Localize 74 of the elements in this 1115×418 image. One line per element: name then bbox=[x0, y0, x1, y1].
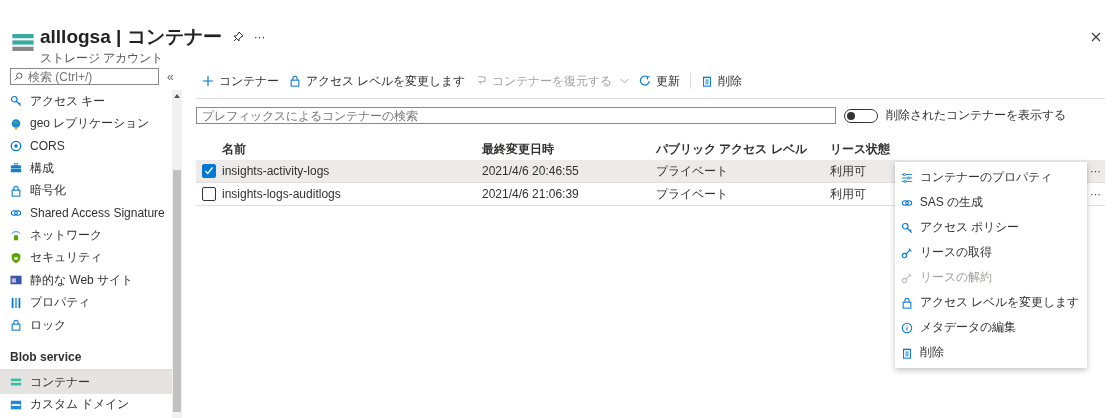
row-more-button[interactable]: ··· bbox=[1090, 188, 1105, 200]
chevron-icon bbox=[620, 78, 630, 84]
trash-icon bbox=[900, 346, 913, 359]
undo-icon bbox=[475, 75, 488, 87]
filter-field[interactable]: プレフィックスによるコンテナーの検索 bbox=[196, 107, 836, 124]
lock-icon bbox=[900, 296, 913, 309]
collapse-button[interactable]: « bbox=[165, 69, 174, 84]
toolbar-button[interactable]: アクセス レベルを変更します bbox=[289, 72, 466, 90]
key-icon bbox=[10, 95, 22, 108]
toolbar-button[interactable]: 削除 bbox=[701, 72, 743, 90]
sidebar-item[interactable]: 暗号化 bbox=[0, 179, 172, 202]
sidebar-item[interactable]: CORS bbox=[0, 134, 172, 158]
table-cell-text: insights-activity-logs bbox=[222, 164, 331, 178]
checkbox[interactable] bbox=[202, 164, 216, 178]
globe-icon bbox=[10, 117, 22, 130]
menu-item[interactable]: リースの取得 bbox=[894, 240, 1087, 265]
search-icon bbox=[14, 72, 23, 81]
checkbox[interactable] bbox=[202, 187, 216, 201]
briefcase-icon bbox=[10, 162, 22, 175]
column-header: 最終変更日時 bbox=[482, 140, 555, 158]
page-subtitle: ストレージ アカウント bbox=[40, 50, 165, 67]
menu-item[interactable]: メタデータの編集 bbox=[894, 315, 1087, 340]
toolbar-button[interactable]: 更新 bbox=[639, 72, 681, 90]
web-page-icon bbox=[10, 274, 22, 287]
sidebar-item[interactable]: ロック bbox=[0, 313, 172, 337]
key-icon bbox=[900, 221, 913, 234]
plug-icon bbox=[900, 246, 913, 259]
storage-icon bbox=[12, 34, 34, 51]
table-cell: 利用可 bbox=[830, 185, 866, 203]
domain-icon bbox=[10, 398, 22, 411]
trash-icon bbox=[701, 75, 714, 87]
scrollbar[interactable] bbox=[172, 90, 182, 418]
table-cell-text: 2021/4/6 21:06:39 bbox=[482, 187, 580, 201]
table-cell-text: 2021/4/6 20:46:55 bbox=[482, 164, 580, 178]
refresh-icon bbox=[639, 75, 652, 87]
plus-icon bbox=[202, 75, 214, 87]
toolbar-button[interactable]: コンテナー bbox=[202, 72, 279, 90]
properties-icon bbox=[10, 296, 22, 309]
page-title: alllogsa | コンテナー bbox=[40, 25, 222, 49]
search-field[interactable]: 検索 (Ctrl+/) bbox=[10, 68, 159, 85]
sidebar-item[interactable]: プロパティ bbox=[0, 291, 172, 314]
sidebar-item[interactable]: コンテナー bbox=[0, 371, 172, 394]
column-header: 名前 bbox=[222, 140, 247, 158]
sidebar-item[interactable]: ネットワーク bbox=[0, 224, 172, 247]
network-icon bbox=[10, 229, 22, 242]
menu-item[interactable]: 削除 bbox=[894, 340, 1087, 365]
close-icon[interactable] bbox=[1091, 32, 1101, 42]
more-button[interactable]: ··· bbox=[253, 30, 266, 44]
column-header: リース状態 bbox=[830, 140, 890, 158]
sidebar-item[interactable]: セキュリティ bbox=[0, 246, 172, 270]
sidebar-item[interactable]: アクセス キー bbox=[0, 90, 172, 113]
table-cell-text: プライベート bbox=[656, 185, 729, 203]
sidebar-item[interactable]: カスタム ドメイン bbox=[0, 393, 172, 417]
menu-item[interactable]: アクセス ポリシー bbox=[894, 215, 1087, 240]
pin-icon[interactable] bbox=[231, 31, 244, 43]
row-more-button[interactable]: ··· bbox=[1090, 165, 1105, 177]
lock-icon bbox=[10, 184, 22, 197]
toggle-label: 削除されたコンテナーを表示する bbox=[886, 107, 1066, 124]
lock-icon bbox=[289, 75, 301, 87]
sliders-icon bbox=[900, 171, 913, 184]
scroll-up-icon[interactable] bbox=[174, 94, 180, 98]
table-cell: 利用可 bbox=[830, 162, 866, 180]
sidebar-item[interactable]: geo レプリケーション bbox=[0, 112, 172, 135]
lock-icon bbox=[10, 319, 22, 332]
sidebar-item[interactable]: Shared Access Signature bbox=[0, 201, 172, 225]
plug-icon bbox=[900, 271, 913, 284]
shield-icon bbox=[10, 251, 22, 264]
table-cell-text: insights-logs-auditlogs bbox=[222, 187, 342, 201]
sidebar-item[interactable]: 構成 bbox=[0, 157, 172, 180]
table-cell-text: プライベート bbox=[656, 162, 729, 180]
sidebar-item[interactable]: 静的な Web サイト bbox=[0, 269, 172, 292]
column-header: パブリック アクセス レベル bbox=[656, 140, 808, 158]
info-icon bbox=[900, 321, 913, 334]
menu-item[interactable]: アクセス レベルを変更します bbox=[894, 290, 1087, 315]
